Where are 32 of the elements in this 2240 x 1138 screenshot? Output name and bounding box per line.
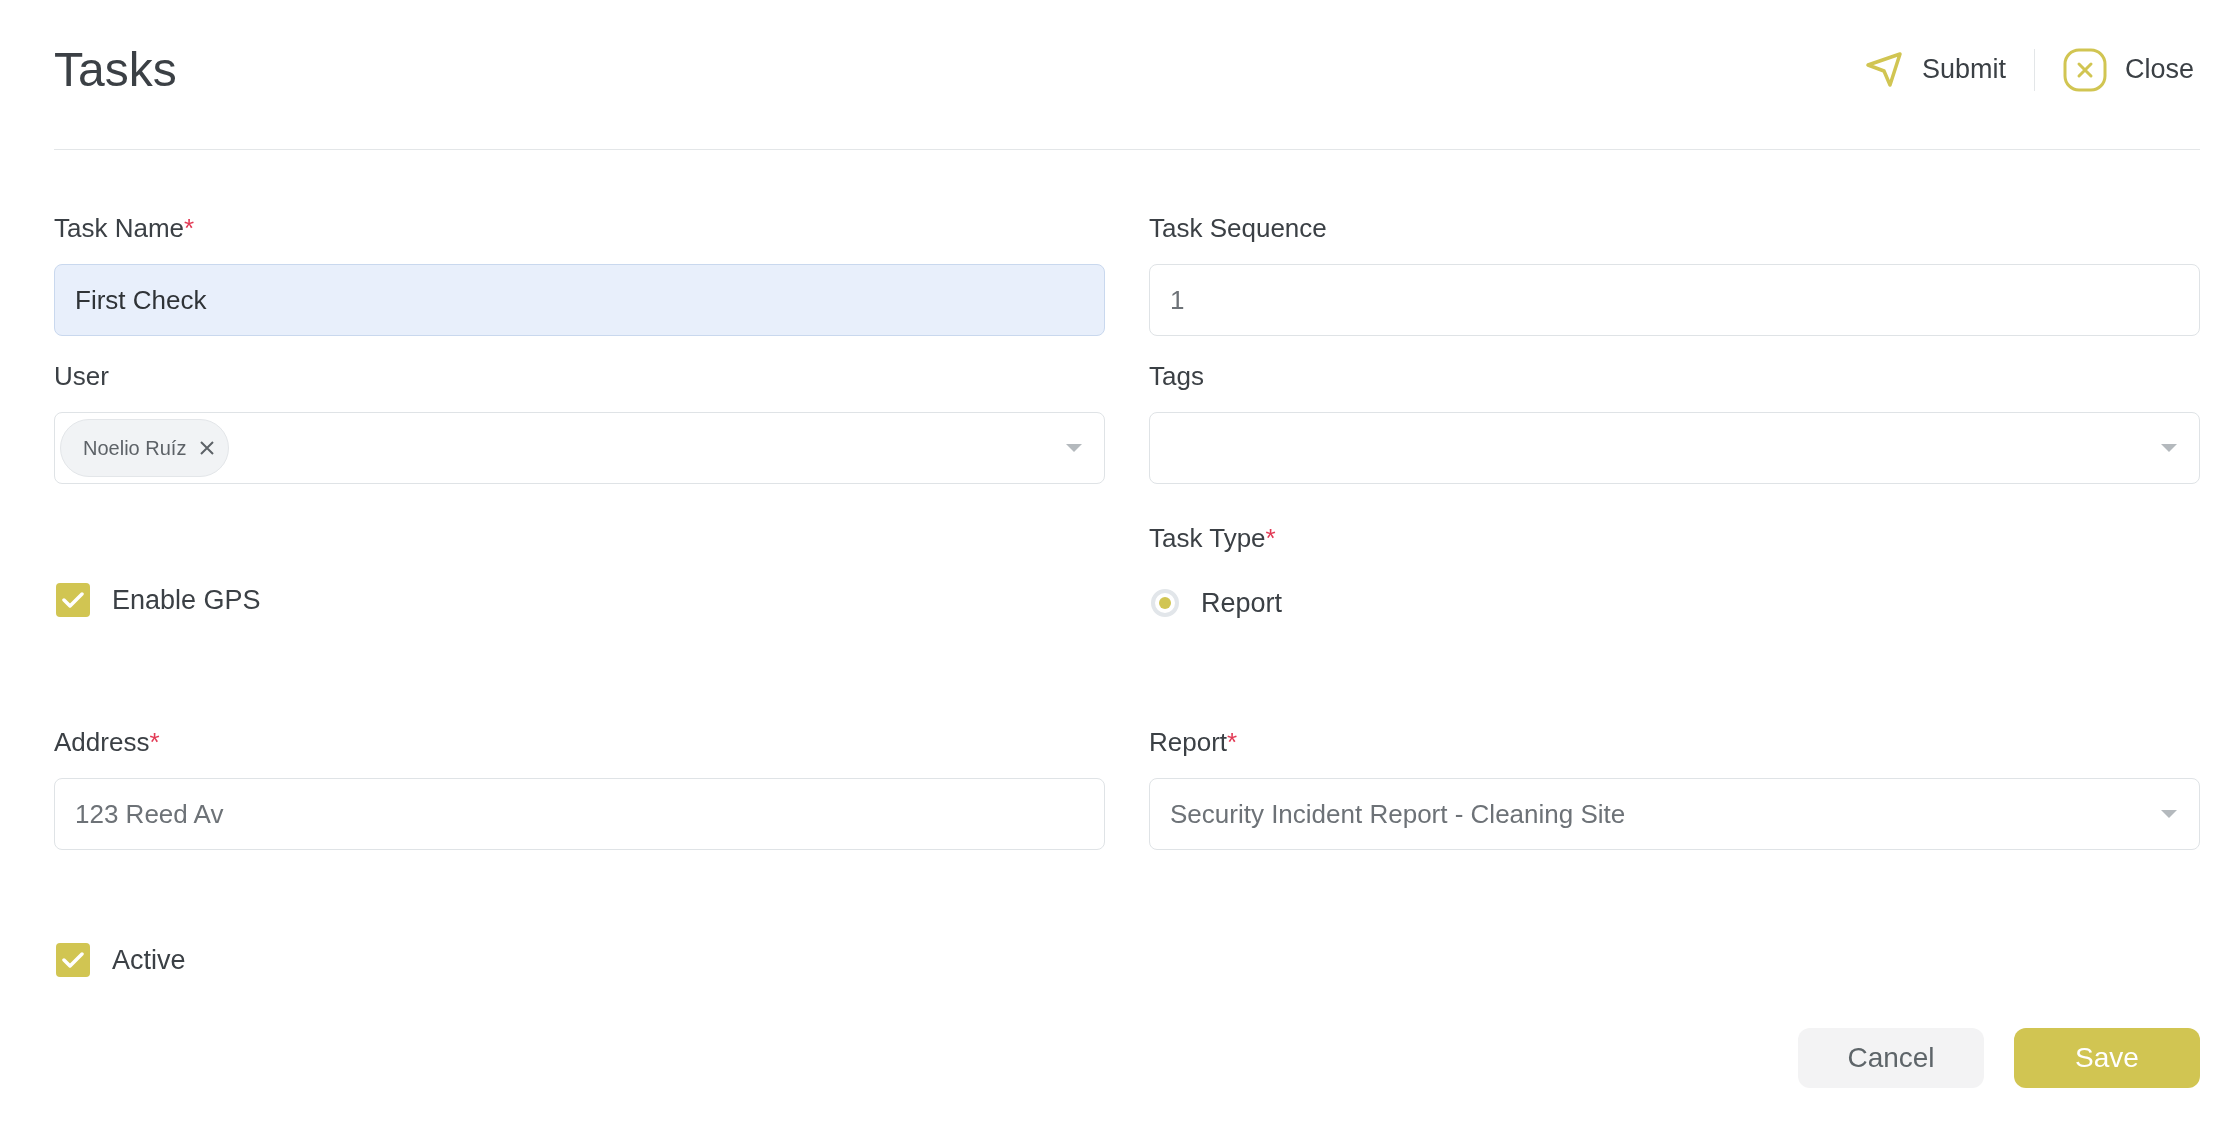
checkbox-label: Active bbox=[112, 944, 186, 976]
text-field[interactable]: 123 Reed Av bbox=[54, 778, 1105, 850]
send-icon bbox=[1865, 50, 1904, 89]
field-label: Task Name* bbox=[54, 212, 196, 245]
select-field[interactable]: Security Incident Report - Cleaning Site bbox=[1149, 778, 2200, 850]
radio-label: Report bbox=[1201, 587, 1283, 619]
check-icon bbox=[62, 951, 84, 969]
field-label: Task Type* bbox=[1149, 522, 1277, 555]
field-label: Report* bbox=[1149, 726, 1239, 759]
select-field[interactable] bbox=[1149, 412, 2200, 484]
checkbox-label: Enable GPS bbox=[112, 584, 261, 616]
field-label: Task Sequence bbox=[1149, 212, 1328, 245]
select-field[interactable]: Noelio Ruíz bbox=[54, 412, 1105, 484]
field-label: User bbox=[54, 360, 110, 393]
caret-icon bbox=[1066, 444, 1082, 452]
text-field[interactable]: 1 bbox=[1149, 264, 2200, 336]
close-icon bbox=[2062, 47, 2107, 92]
radio-button[interactable] bbox=[1151, 589, 1179, 617]
checkbox[interactable] bbox=[56, 583, 90, 617]
chip-label: Noelio Ruíz bbox=[83, 436, 187, 460]
cancel-button[interactable]: Cancel bbox=[1798, 1028, 1984, 1088]
page-title: Tasks bbox=[54, 42, 177, 97]
text-field[interactable]: First Check bbox=[54, 264, 1105, 336]
field-label: Address* bbox=[54, 726, 161, 759]
field-label: Tags bbox=[1149, 360, 1205, 393]
caret-icon bbox=[2161, 810, 2177, 818]
caret-icon bbox=[2161, 444, 2177, 452]
close-button[interactable]: Close bbox=[2056, 43, 2200, 96]
remove-icon[interactable] bbox=[200, 441, 215, 455]
checkbox[interactable] bbox=[56, 943, 90, 977]
submit-button[interactable]: Submit bbox=[1859, 46, 2012, 93]
check-icon bbox=[62, 591, 84, 609]
